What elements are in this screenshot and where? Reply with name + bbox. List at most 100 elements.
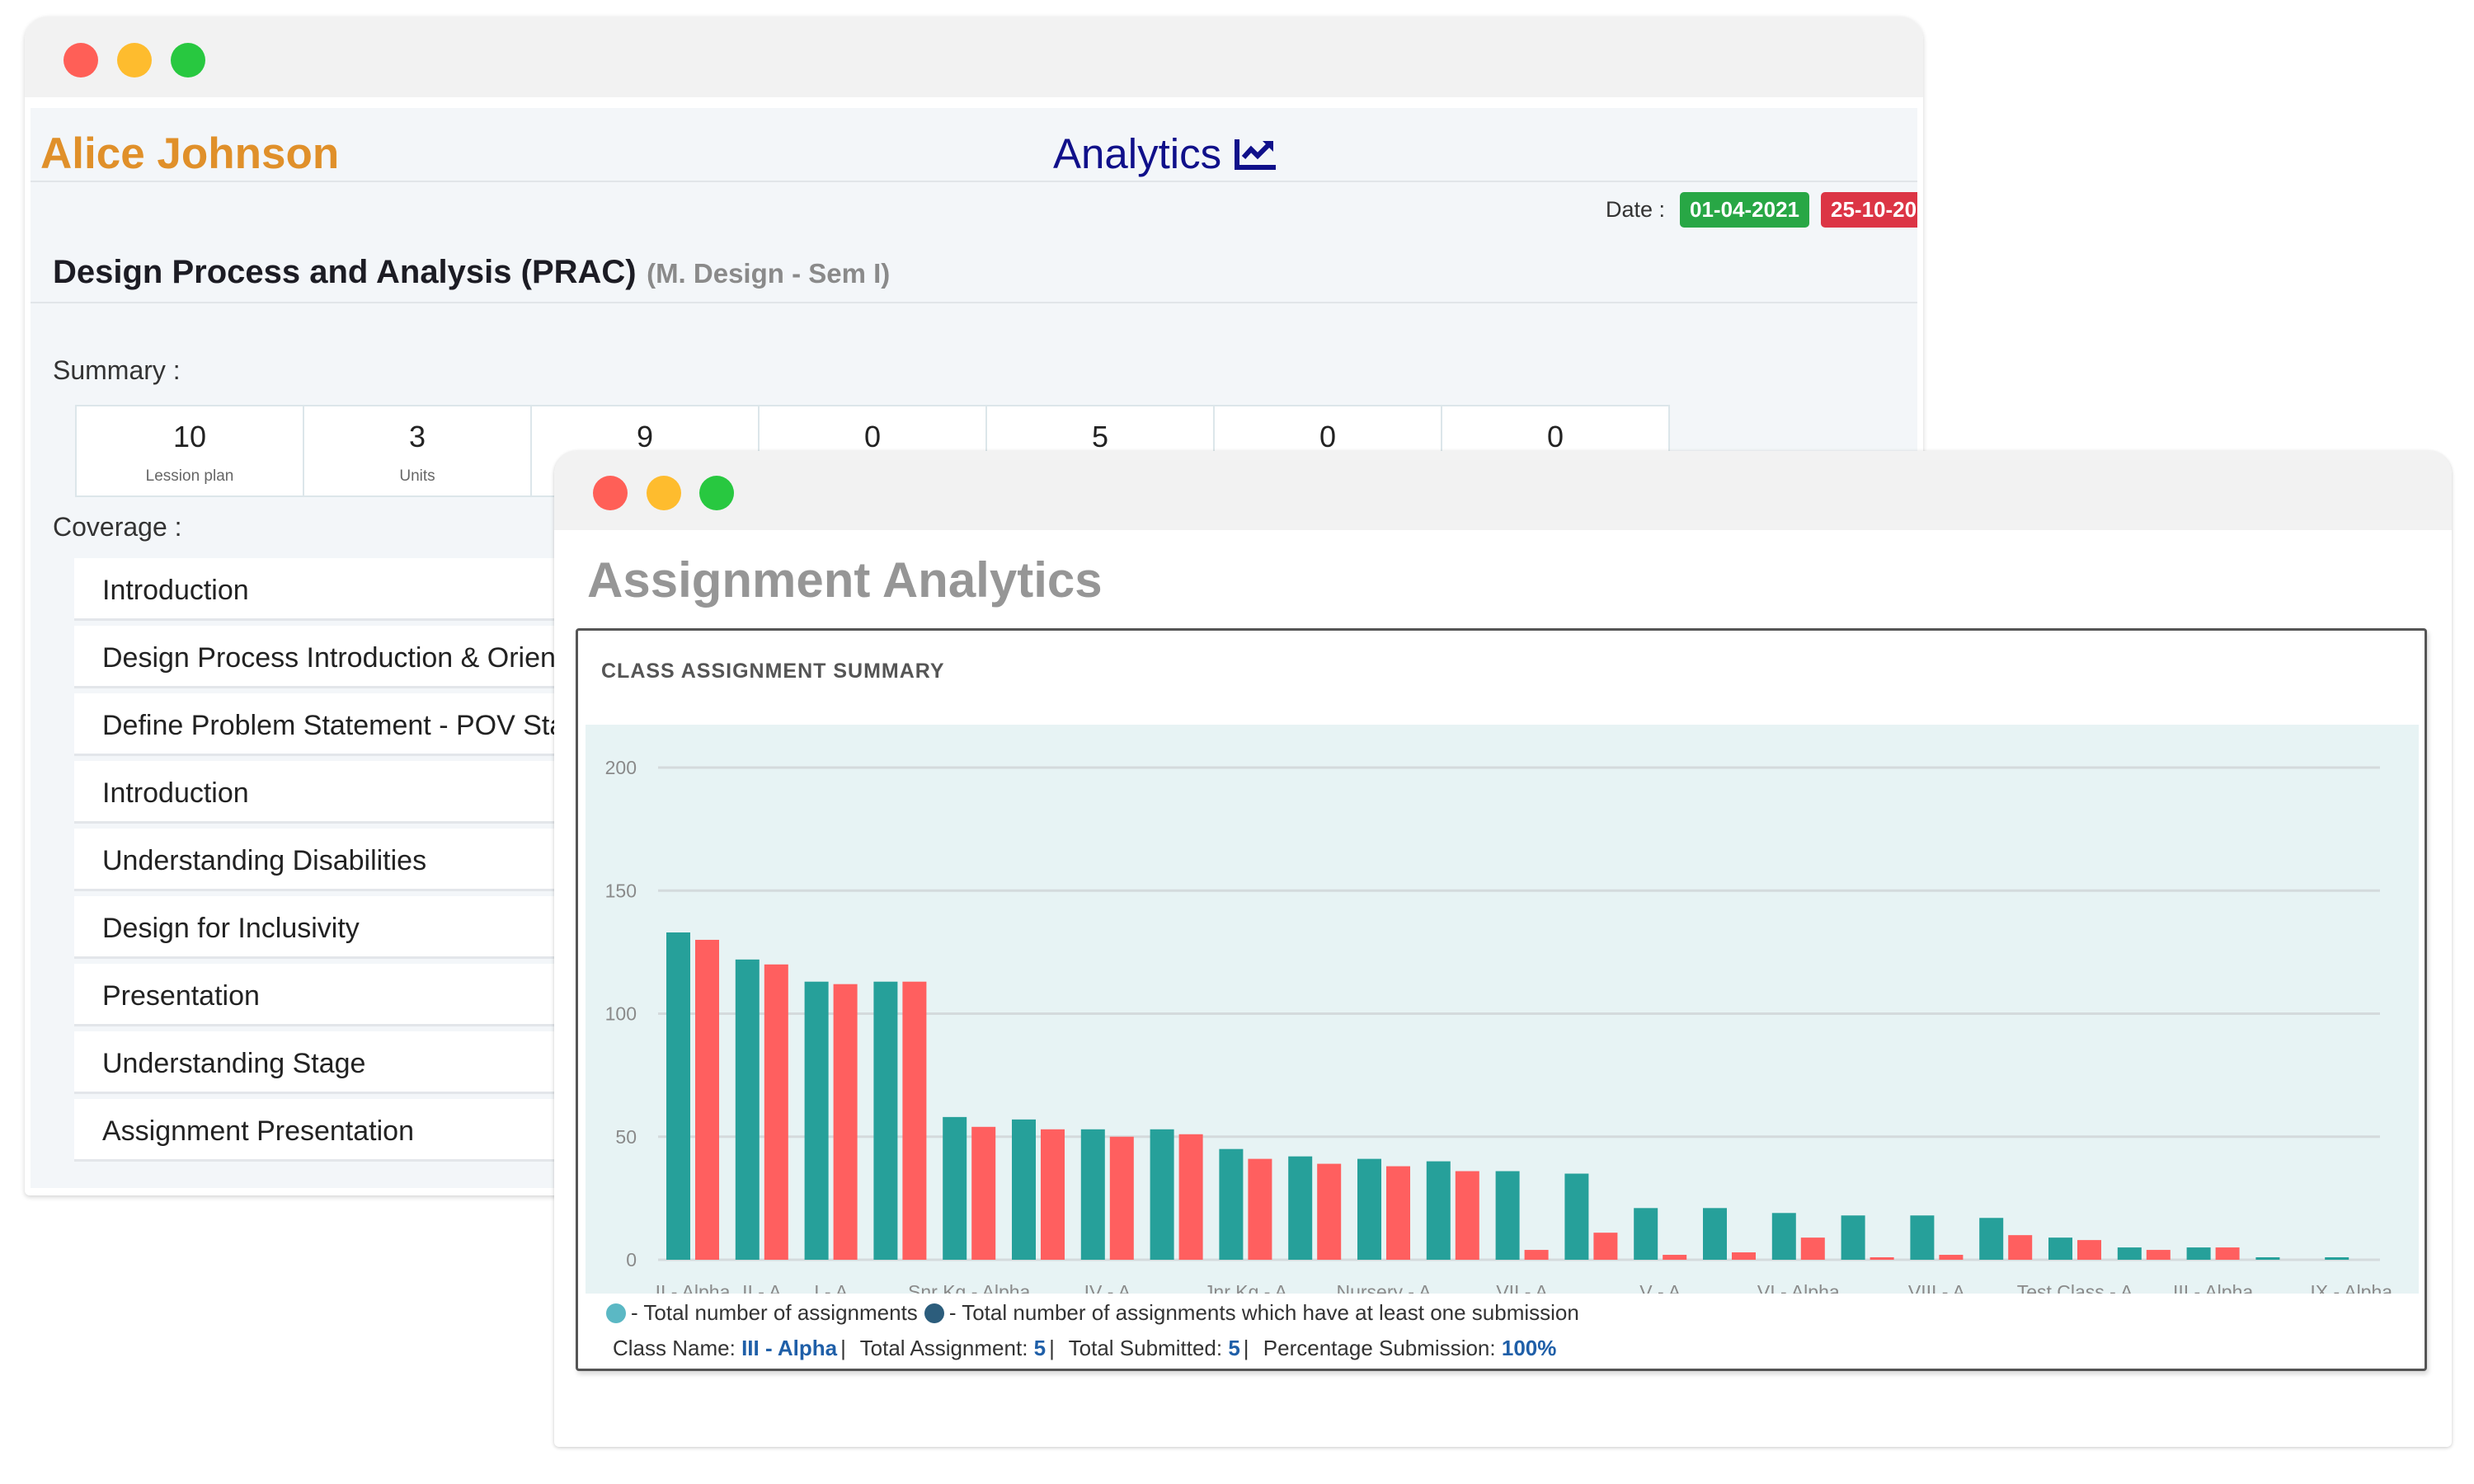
window-titlebar <box>25 16 1923 97</box>
bar-submitted[interactable] <box>1109 1136 1134 1260</box>
legend-label: - Total number of assignments <box>631 1300 918 1325</box>
bar-submitted[interactable] <box>2008 1235 2033 1260</box>
x-tick-label: Snr Kg - Alpha <box>908 1281 1031 1294</box>
y-tick-label: 200 <box>605 757 637 778</box>
legend-item-submitted[interactable]: - Total number of assignments which have… <box>924 1300 1579 1326</box>
class-name-label: Class Name: <box>613 1336 736 1360</box>
bar-total[interactable] <box>1979 1218 2004 1260</box>
bar-submitted[interactable] <box>764 964 788 1260</box>
bar-total[interactable] <box>1012 1119 1036 1260</box>
bar-total[interactable] <box>1910 1215 1935 1260</box>
y-tick-label: 0 <box>626 1249 637 1270</box>
bar-total[interactable] <box>2255 1257 2280 1260</box>
bar-total[interactable] <box>1219 1148 1244 1260</box>
x-tick-label: VI - Alpha <box>1757 1281 1840 1294</box>
percentage-value: 100% <box>1501 1336 1557 1360</box>
x-tick-label: II - Alpha <box>656 1281 731 1294</box>
summary-value: 0 <box>1546 420 1564 453</box>
bar-total[interactable] <box>1150 1129 1174 1260</box>
summary-caption: Lession plan <box>145 467 234 485</box>
end-date-badge[interactable]: 25-10-2021 <box>1821 192 1917 228</box>
assignment-analytics-window: Assignment Analytics CLASS ASSIGNMENT SU… <box>554 451 2452 1447</box>
start-date-badge[interactable]: 01-04-2021 <box>1680 192 1809 228</box>
close-window-button[interactable] <box>63 43 98 77</box>
minimize-window-button[interactable] <box>647 476 681 510</box>
x-tick-label: VII - A <box>1496 1281 1548 1294</box>
legend-dot-icon <box>924 1303 944 1323</box>
bar-submitted[interactable] <box>695 939 719 1260</box>
legend-item-total[interactable]: - Total number of assignments <box>606 1300 918 1326</box>
bar-total[interactable] <box>735 959 760 1260</box>
bar-submitted[interactable] <box>833 984 858 1260</box>
line-chart-icon <box>1235 139 1277 170</box>
total-submitted-label: Total Submitted: <box>1068 1336 1223 1360</box>
summary-caption: Units <box>399 467 435 485</box>
bar-total[interactable] <box>1426 1161 1451 1260</box>
bar-submitted[interactable] <box>1593 1233 1618 1260</box>
x-tick-label: I - A <box>814 1281 849 1294</box>
bar-submitted[interactable] <box>2215 1247 2240 1260</box>
class-assignment-summary-card: CLASS ASSIGNMENT SUMMARY 0 50 100 150 200 II … <box>576 628 2427 1371</box>
x-tick-label: IX - Alpha <box>2310 1281 2392 1294</box>
bar-submitted[interactable] <box>1386 1166 1410 1260</box>
date-range: Date : 01-04-2021 25-10-2021 <box>1606 192 1917 228</box>
x-tick-label: II - A <box>742 1281 782 1294</box>
summary-value: 0 <box>863 420 882 453</box>
bar-total[interactable] <box>1080 1129 1105 1260</box>
bar-total[interactable] <box>943 1116 967 1260</box>
bar-total[interactable] <box>1288 1156 1313 1260</box>
legend-label: - Total number of assignments which have… <box>948 1300 1579 1325</box>
bar-submitted[interactable] <box>2077 1240 2101 1260</box>
close-window-button[interactable] <box>593 476 628 510</box>
bar-submitted[interactable] <box>1800 1237 1825 1260</box>
bar-submitted[interactable] <box>1732 1252 1756 1260</box>
bar-submitted[interactable] <box>1870 1257 1894 1260</box>
y-tick-label: 150 <box>605 880 637 901</box>
chart-legend: - Total number of assignments - Total nu… <box>606 1300 1586 1326</box>
bar-total[interactable] <box>1841 1215 1865 1260</box>
bar-submitted[interactable] <box>1939 1255 1964 1260</box>
course-header: Design Process and Analysis (PRAC) (M. D… <box>31 228 1917 303</box>
bar-total[interactable] <box>1771 1213 1796 1260</box>
bar-submitted[interactable] <box>2146 1250 2171 1260</box>
bar-total[interactable] <box>1564 1173 1589 1260</box>
bar-total[interactable] <box>873 981 898 1260</box>
maximize-window-button[interactable] <box>171 43 205 77</box>
summary-value: 0 <box>1319 420 1337 453</box>
bar-submitted[interactable] <box>1455 1171 1479 1260</box>
bar-submitted[interactable] <box>1041 1129 1065 1260</box>
date-label: Date : <box>1605 197 1665 222</box>
bar-total[interactable] <box>1495 1171 1520 1260</box>
bar-total[interactable] <box>2048 1237 2072 1260</box>
x-tick-label: IV - A <box>1084 1281 1131 1294</box>
course-subtitle: (M. Design - Sem I) <box>647 258 891 289</box>
bar-total[interactable] <box>666 932 690 1260</box>
summary-label: Summary : <box>53 355 181 385</box>
bar-total[interactable] <box>2325 1257 2349 1260</box>
bar-submitted[interactable] <box>1524 1250 1549 1260</box>
bar-submitted[interactable] <box>902 981 927 1260</box>
maximize-window-button[interactable] <box>699 476 734 510</box>
summary-box: 3 Units <box>303 405 532 497</box>
bar-total[interactable] <box>2186 1247 2211 1260</box>
bar-submitted[interactable] <box>1663 1255 1687 1260</box>
separator: | <box>840 1336 846 1360</box>
summary-value: 3 <box>408 420 426 453</box>
bar-total[interactable] <box>1634 1208 1658 1260</box>
user-name: Alice Johnson <box>40 129 340 178</box>
x-tick-label: V - A <box>1639 1281 1681 1294</box>
bar-submitted[interactable] <box>1317 1163 1342 1260</box>
bar-total[interactable] <box>1357 1158 1381 1260</box>
x-tick-label: Test Class - A <box>2017 1281 2133 1294</box>
bar-total[interactable] <box>2117 1247 2142 1260</box>
x-tick-label: III - Alpha <box>2173 1281 2253 1294</box>
bar-submitted[interactable] <box>1248 1158 1272 1260</box>
bar-submitted[interactable] <box>971 1126 996 1260</box>
bar-total[interactable] <box>804 981 829 1260</box>
minimize-window-button[interactable] <box>117 43 152 77</box>
bar-submitted[interactable] <box>1178 1134 1203 1260</box>
summary-value: 10 <box>172 420 207 453</box>
coverage-label: Coverage : <box>53 512 182 542</box>
x-tick-label: VIII - A <box>1908 1281 1966 1294</box>
bar-total[interactable] <box>1703 1208 1727 1260</box>
